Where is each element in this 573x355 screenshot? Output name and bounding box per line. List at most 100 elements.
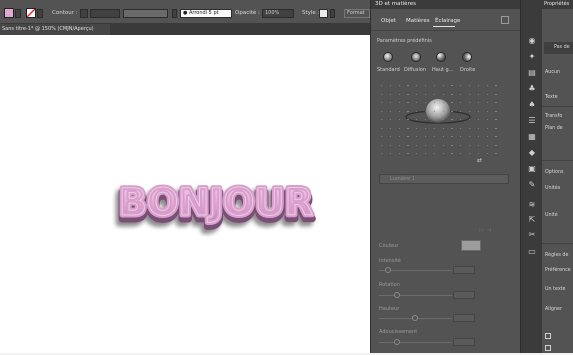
grid-dot <box>486 110 488 112</box>
format-button[interactable]: Format <box>344 9 370 18</box>
appearance-icon[interactable]: ◉ <box>527 36 537 46</box>
grid-dot <box>407 127 409 129</box>
preset-diffuse-icon[interactable] <box>411 52 421 62</box>
properties-panel: Propriétés Pas de Aucun Texte Transfo Pl… <box>542 0 573 353</box>
fill-color-swatch[interactable] <box>4 8 14 18</box>
grid-dot <box>451 144 453 146</box>
stack-icon[interactable]: ≋ <box>527 200 537 210</box>
grid-dot <box>389 110 392 112</box>
light-list-item[interactable]: Lumière 1 <box>379 174 509 184</box>
grid-dot <box>486 93 488 95</box>
stroke-weight-field[interactable] <box>90 9 120 18</box>
prop-text: Unité <box>545 213 558 218</box>
render-settings-icon[interactable] <box>501 16 509 24</box>
checkbox[interactable] <box>545 333 551 339</box>
slider-value-intensity[interactable] <box>453 266 475 274</box>
prop-text: Aucun <box>545 70 561 75</box>
light-name: Lumière 1 <box>390 176 415 182</box>
preset-standard-icon[interactable] <box>383 52 393 62</box>
graphic-styles-icon[interactable]: ♠ <box>527 100 537 110</box>
preset-label-standard: Standard <box>377 67 400 73</box>
slider-track-softness[interactable] <box>379 342 452 343</box>
stroke-weight-spinner[interactable] <box>80 9 88 18</box>
artboard-canvas[interactable]: BONJOUR BONJOUR BONJOUR <box>0 35 370 353</box>
slider-knob-softness[interactable] <box>393 339 400 345</box>
style-dropdown[interactable] <box>330 9 335 18</box>
prop-text: Transfo <box>545 114 563 119</box>
stroke-dropdown[interactable] <box>37 9 43 18</box>
tab-lighting[interactable]: Éclairage <box>435 18 460 24</box>
prop-text: Règles de <box>545 253 569 258</box>
light-actions-icon[interactable]: ⊢ ⊣ <box>479 227 491 234</box>
style-swatch[interactable] <box>319 9 328 18</box>
grid-dot <box>495 127 497 129</box>
prop-text: Unités <box>545 186 561 191</box>
grid-dot <box>495 93 497 95</box>
slider-label-softness: Adoucissement <box>379 329 418 335</box>
preset-label-top-left: Haut g... <box>432 67 454 73</box>
slider-knob-rotation[interactable] <box>393 292 400 298</box>
brushes-icon[interactable]: ✦ <box>527 52 537 62</box>
grid-dot <box>398 144 400 146</box>
slider-track-rotation[interactable] <box>379 295 452 296</box>
checkbox[interactable] <box>545 345 551 351</box>
light-direction-icon[interactable]: ⇄ <box>477 157 482 164</box>
font-name: Arrondi <box>188 10 208 16</box>
opacity-field[interactable]: 100% <box>262 9 294 18</box>
tab-materials[interactable]: Matières <box>406 18 430 24</box>
comments-icon[interactable]: ▭ <box>527 247 537 257</box>
prop-text: Aligner <box>545 307 562 312</box>
grid-dot <box>389 127 392 129</box>
variable-width-profile[interactable] <box>123 9 168 18</box>
grid-dot <box>486 144 488 146</box>
panel-icon-column: ◉ ✦ ▤ ♣ ♠ ☰ ▦ ◆ ▣ ✎ ≋ ⇱ ✂ ▭ <box>520 0 542 353</box>
grid-dot <box>398 110 400 112</box>
light-position-widget[interactable] <box>381 85 506 165</box>
swatches-icon[interactable]: ◆ <box>527 148 537 158</box>
preset-label-right: Droite <box>460 67 476 73</box>
selection-indicator: Pas de <box>544 42 573 54</box>
symbols-icon[interactable]: ♣ <box>527 84 537 94</box>
no-stroke-icon <box>27 9 35 17</box>
grid-dot <box>433 110 436 112</box>
divider <box>542 106 573 107</box>
export-icon[interactable]: ⇱ <box>527 215 537 225</box>
gradient-icon[interactable]: ▣ <box>527 164 537 174</box>
grid-dot <box>495 110 497 112</box>
format-button-label: Format <box>347 10 365 16</box>
stroke-color-swatch[interactable] <box>26 8 36 18</box>
slider-value-softness[interactable] <box>453 338 475 346</box>
slider-value-rotation[interactable] <box>453 291 475 299</box>
layers-icon[interactable]: ▦ <box>527 132 537 142</box>
document-title: Sans titre-1* @ 150% (CMJN/Aperçu) <box>2 26 94 32</box>
grid-dot <box>495 144 497 146</box>
stroke-label: Contour : <box>52 10 78 16</box>
slider-knob-height[interactable] <box>411 315 418 321</box>
preset-label-diffuse: Diffusion <box>404 67 427 73</box>
color-label: Couleur <box>379 243 399 249</box>
slider-value-height[interactable] <box>453 314 475 322</box>
document-tab[interactable]: Sans titre-1* @ 150% (CMJN/Aperçu) <box>0 24 110 35</box>
tab-object[interactable]: Objet <box>381 18 396 24</box>
libraries-icon[interactable]: ▤ <box>527 68 537 78</box>
opacity-value: 100% <box>265 10 280 16</box>
properties-icon[interactable]: ☰ <box>527 116 537 126</box>
grid-dot <box>407 93 409 95</box>
brush-definition[interactable] <box>172 9 177 18</box>
grid-dot <box>442 110 444 112</box>
panel-3d-materials: 3D et matières Objet Matières Éclairage … <box>370 0 521 353</box>
prop-text: Plan de <box>545 126 563 131</box>
prop-text: Un texte <box>545 287 566 292</box>
transparency-icon[interactable]: ✎ <box>527 180 537 190</box>
links-icon[interactable]: ✂ <box>527 230 537 240</box>
slider-knob-intensity[interactable] <box>384 267 391 273</box>
preset-top-left-icon[interactable] <box>436 52 446 62</box>
grid-dot <box>451 93 453 95</box>
preset-right-icon[interactable] <box>462 52 472 62</box>
grid-dot <box>477 110 480 112</box>
fill-dropdown[interactable] <box>15 9 21 18</box>
font-dropdown[interactable]: ● Arrondi 5 pt <box>180 9 232 18</box>
light-color-swatch[interactable] <box>461 240 481 251</box>
grid-dot <box>486 127 488 129</box>
grid-dot <box>451 110 453 112</box>
